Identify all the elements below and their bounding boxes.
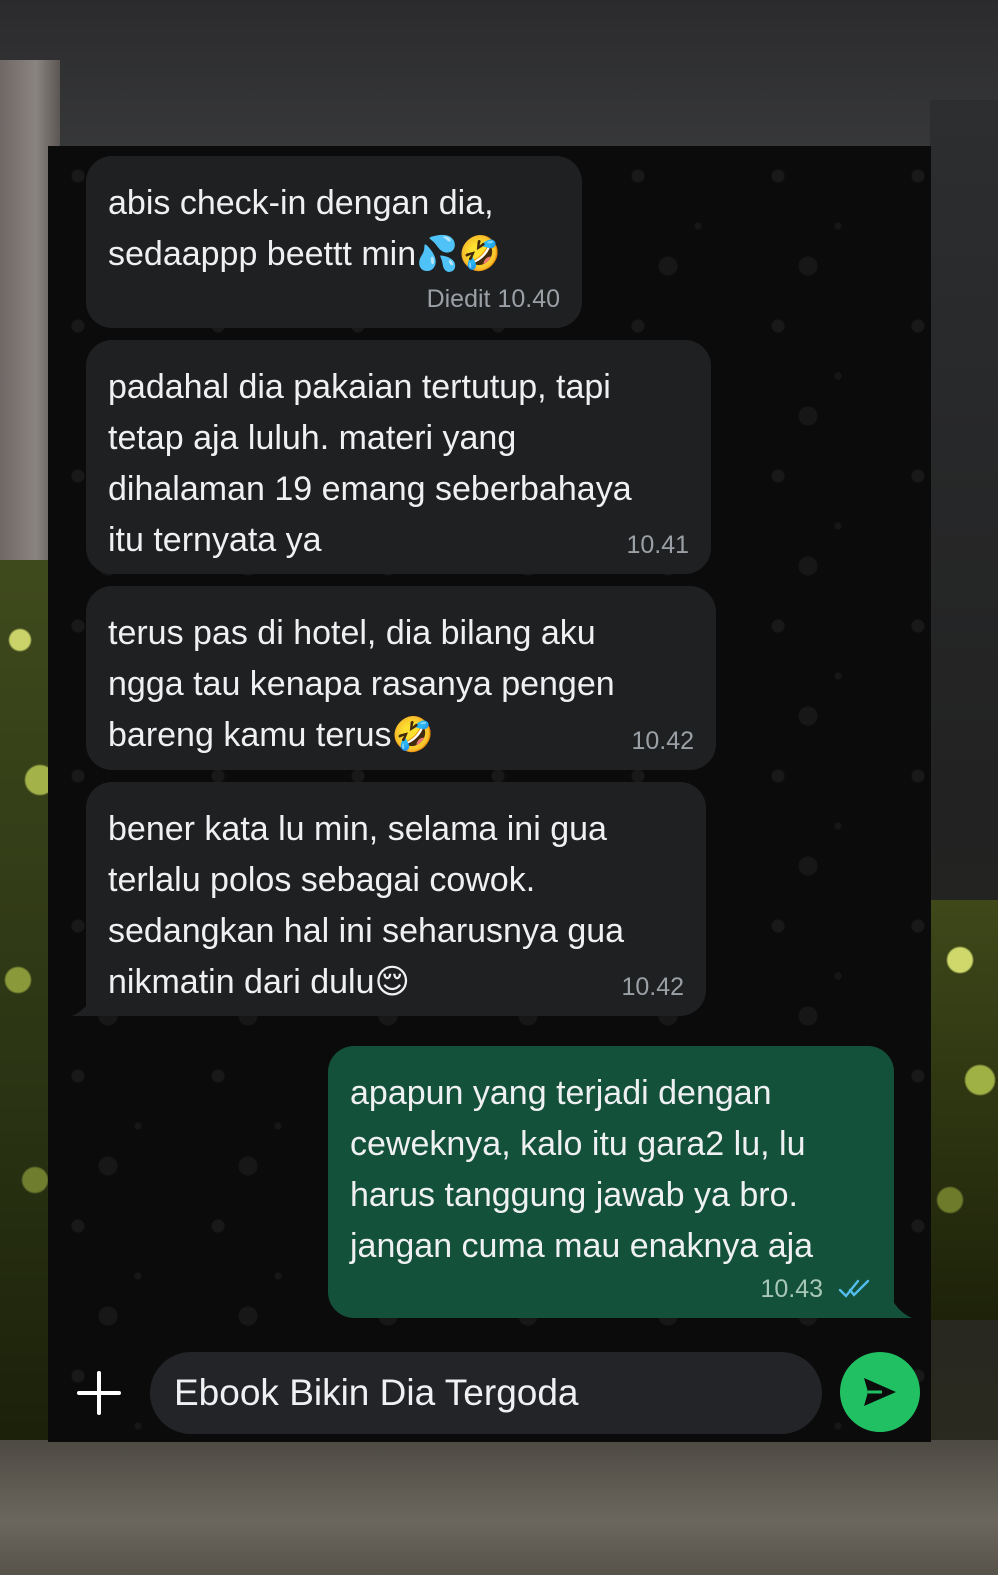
outgoing-message[interactable]: apapun yang terjadi dengan ceweknya, kal…: [328, 1046, 894, 1318]
incoming-message[interactable]: padahal dia pakaian tertutup, tapi tetap…: [86, 340, 711, 574]
chat-panel: abis check-in dengan dia, sedaappp beett…: [48, 146, 931, 1442]
edited-label: Diedit: [426, 285, 491, 313]
message-text: bener kata lu min, selama ini gua terlal…: [108, 810, 625, 1001]
message-time: 10.42: [631, 727, 694, 755]
incoming-message[interactable]: abis check-in dengan dia, sedaappp beett…: [86, 156, 582, 328]
plus-icon: [77, 1371, 121, 1415]
message-time: 10.41: [626, 531, 689, 559]
message-text: apapun yang terjadi dengan ceweknya, kal…: [350, 1074, 814, 1265]
message-input[interactable]: Ebook Bikin Dia Tergoda: [150, 1352, 892, 1434]
message-time: 10.42: [621, 973, 684, 1001]
message-time: 10.40: [497, 285, 560, 313]
message-meta: Diedit 10.40: [427, 284, 560, 314]
background-ground: [0, 1440, 998, 1575]
read-ticks-icon: [838, 1279, 870, 1298]
message-text: padahal dia pakaian tertutup, tapi tetap…: [108, 368, 632, 559]
message-input-text: Ebook Bikin Dia Tergoda: [174, 1372, 579, 1413]
composer-bar: Ebook Bikin Dia Tergoda: [48, 1346, 931, 1442]
message-time: 10.43: [760, 1275, 824, 1303]
incoming-message[interactable]: bener kata lu min, selama ini gua terlal…: [86, 782, 706, 1016]
message-text: terus pas di hotel, dia bilang aku ngga …: [108, 614, 615, 754]
message-text: abis check-in dengan dia, sedaappp beett…: [108, 184, 501, 273]
bubble-tail: [72, 994, 94, 1016]
incoming-message[interactable]: terus pas di hotel, dia bilang aku ngga …: [86, 586, 716, 770]
attach-button[interactable]: [74, 1368, 124, 1418]
message-meta: 10.43: [760, 1274, 872, 1304]
send-icon: [864, 1378, 896, 1406]
bubble-tail: [890, 1296, 912, 1318]
send-button[interactable]: [840, 1352, 920, 1432]
background-plants-right: [930, 900, 998, 1320]
